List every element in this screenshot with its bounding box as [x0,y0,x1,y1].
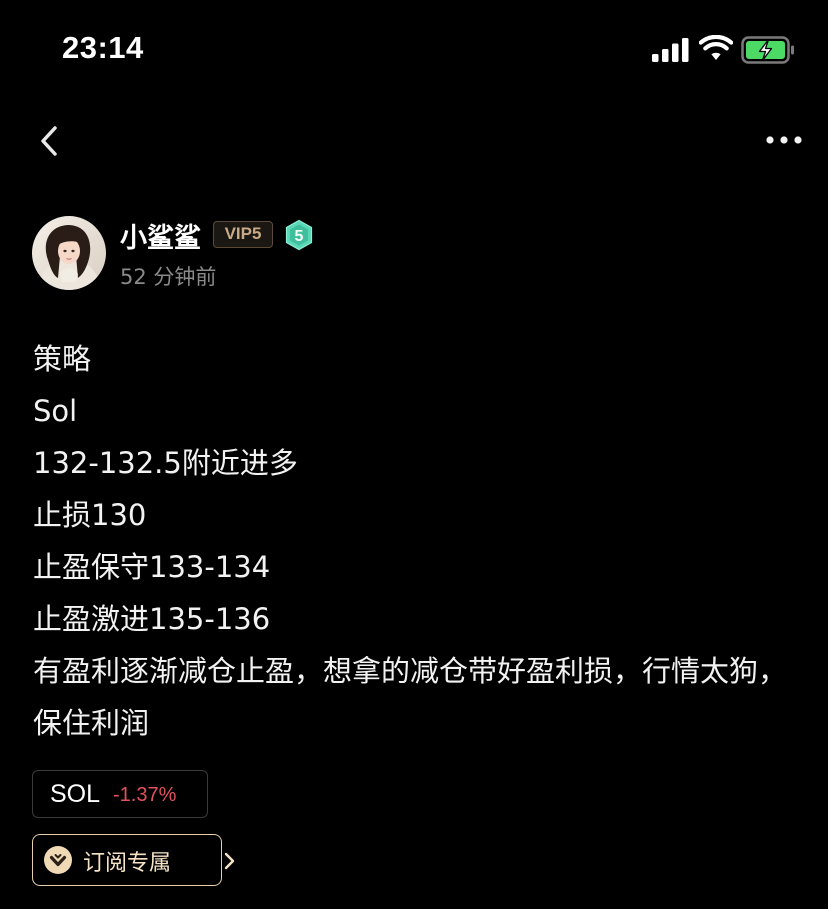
battery-charging-icon [741,36,794,64]
post-line-entry: 132-132.5附近进多 [33,446,298,480]
subscribe-label: 订阅专属 [83,851,172,876]
ticker-change: -1.37% [113,784,177,806]
post-line-title: 策略 [33,342,92,376]
wifi-icon [699,35,733,60]
ticker-chip[interactable]: SOL -1.37% [32,770,208,818]
status-bar: 23:14 [0,0,828,100]
more-horizontal-icon [766,136,802,144]
status-time: 23:14 [62,30,144,65]
ticker-symbol: SOL [50,780,101,808]
subscribe-exclusive-button[interactable]: 订阅专属 [32,834,235,886]
author-name[interactable]: 小鲨鲨 [120,216,201,255]
crown-chevron-icon [44,846,72,874]
post-timestamp: 52 分钟前 [120,265,217,289]
post-line-note: 有盈利逐渐减仓止盈，想拿的减仓带好盈利损，行情太狗，保住利润 [33,654,788,740]
post-content: 策略 Sol 132-132.5附近进多 止损130 止盈保守133-134 止… [33,333,803,749]
avatar[interactable] [32,216,106,290]
post-line-stop-loss: 止损130 [33,498,147,532]
post-line-take-profit-aggressive: 止盈激进135-136 [33,602,271,636]
vip-badge: VIP5 [213,221,273,248]
post-line-symbol: Sol [33,394,78,428]
post-line-take-profit-conservative: 止盈保守133-134 [33,550,271,584]
avatar-image [32,216,106,290]
back-button[interactable] [32,118,72,164]
level-badge-icon: 5 [285,219,313,251]
signal-icon [652,38,689,62]
chevron-left-icon [41,126,57,156]
level-number: 5 [295,228,304,245]
more-options-button[interactable] [760,125,810,155]
chevron-right-icon [224,852,235,870]
